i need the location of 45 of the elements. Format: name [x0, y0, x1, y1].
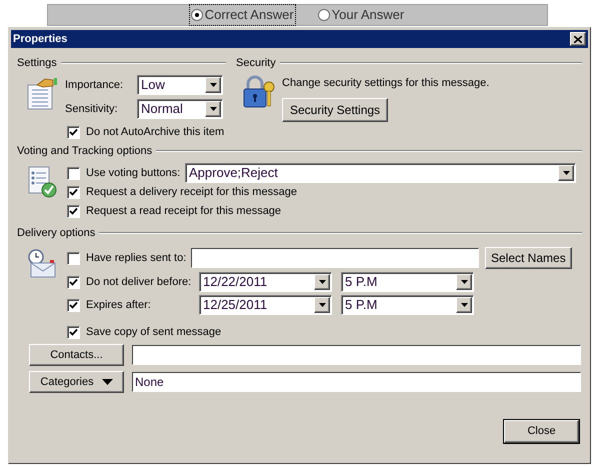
checkbox-label: Do not deliver before:	[86, 274, 192, 290]
select-names-button[interactable]: Select Names	[485, 247, 572, 269]
checkbox[interactable]	[67, 205, 80, 218]
contacts-field[interactable]	[132, 345, 581, 365]
time-dropdown[interactable]: 5 P.M	[341, 272, 474, 292]
contacts-button[interactable]: Contacts...	[29, 344, 124, 366]
document-hand-icon	[25, 77, 59, 111]
section-heading: Voting and Tracking options	[17, 144, 152, 159]
close-button[interactable]: Close	[504, 420, 579, 443]
importance-dropdown[interactable]: Low	[137, 75, 223, 95]
radio-option[interactable]: Correct Answer	[190, 5, 295, 25]
security-description: Change security settings for this message.	[282, 76, 490, 91]
section-heading: Delivery options	[17, 226, 96, 241]
categories-button[interactable]: Categories	[29, 371, 124, 393]
checkbox[interactable]	[67, 252, 80, 264]
time-dropdown[interactable]: 5 P.M	[341, 295, 474, 315]
checkbox-label: Use voting buttons:	[86, 166, 180, 181]
field-label: Sensitivity:	[65, 102, 119, 117]
checkbox[interactable]	[67, 276, 80, 288]
checkbox[interactable]	[67, 326, 80, 339]
replies-to-field[interactable]	[191, 248, 479, 268]
window-title: Properties	[13, 32, 68, 47]
checkbox-label: Request a delivery receipt for this message	[86, 185, 297, 200]
checkbox-label: Expires after:	[86, 298, 151, 313]
date-dropdown[interactable]: 12/25/2011	[199, 295, 332, 315]
sensitivity-dropdown[interactable]: Normal	[137, 99, 223, 119]
checkbox-label: Have replies sent to:	[86, 250, 186, 266]
voting-buttons-dropdown[interactable]: Approve;Reject	[185, 163, 576, 183]
checkbox[interactable]	[67, 166, 80, 180]
close-icon[interactable]	[570, 32, 586, 46]
checkbox-label: Request a read receipt for this message	[86, 204, 282, 220]
checkbox-label: Save copy of sent message	[86, 325, 222, 340]
lock-and-key-icon	[242, 75, 276, 109]
checkbox[interactable]	[67, 186, 80, 199]
security-settings-button[interactable]: Security Settings	[282, 98, 388, 122]
caret-icon	[102, 379, 113, 385]
section-heading: Settings	[17, 56, 57, 71]
checkbox-label: Do not AutoArchive this item	[86, 125, 224, 140]
date-dropdown[interactable]: 12/22/2011	[199, 272, 332, 292]
field-label: Importance:	[65, 78, 124, 93]
categories-field[interactable]: None	[132, 372, 581, 392]
section-heading: Security	[236, 56, 276, 71]
checkbox[interactable]	[67, 126, 80, 139]
radio-option[interactable]: Your Answer	[316, 5, 406, 25]
checkbox[interactable]	[67, 298, 80, 312]
